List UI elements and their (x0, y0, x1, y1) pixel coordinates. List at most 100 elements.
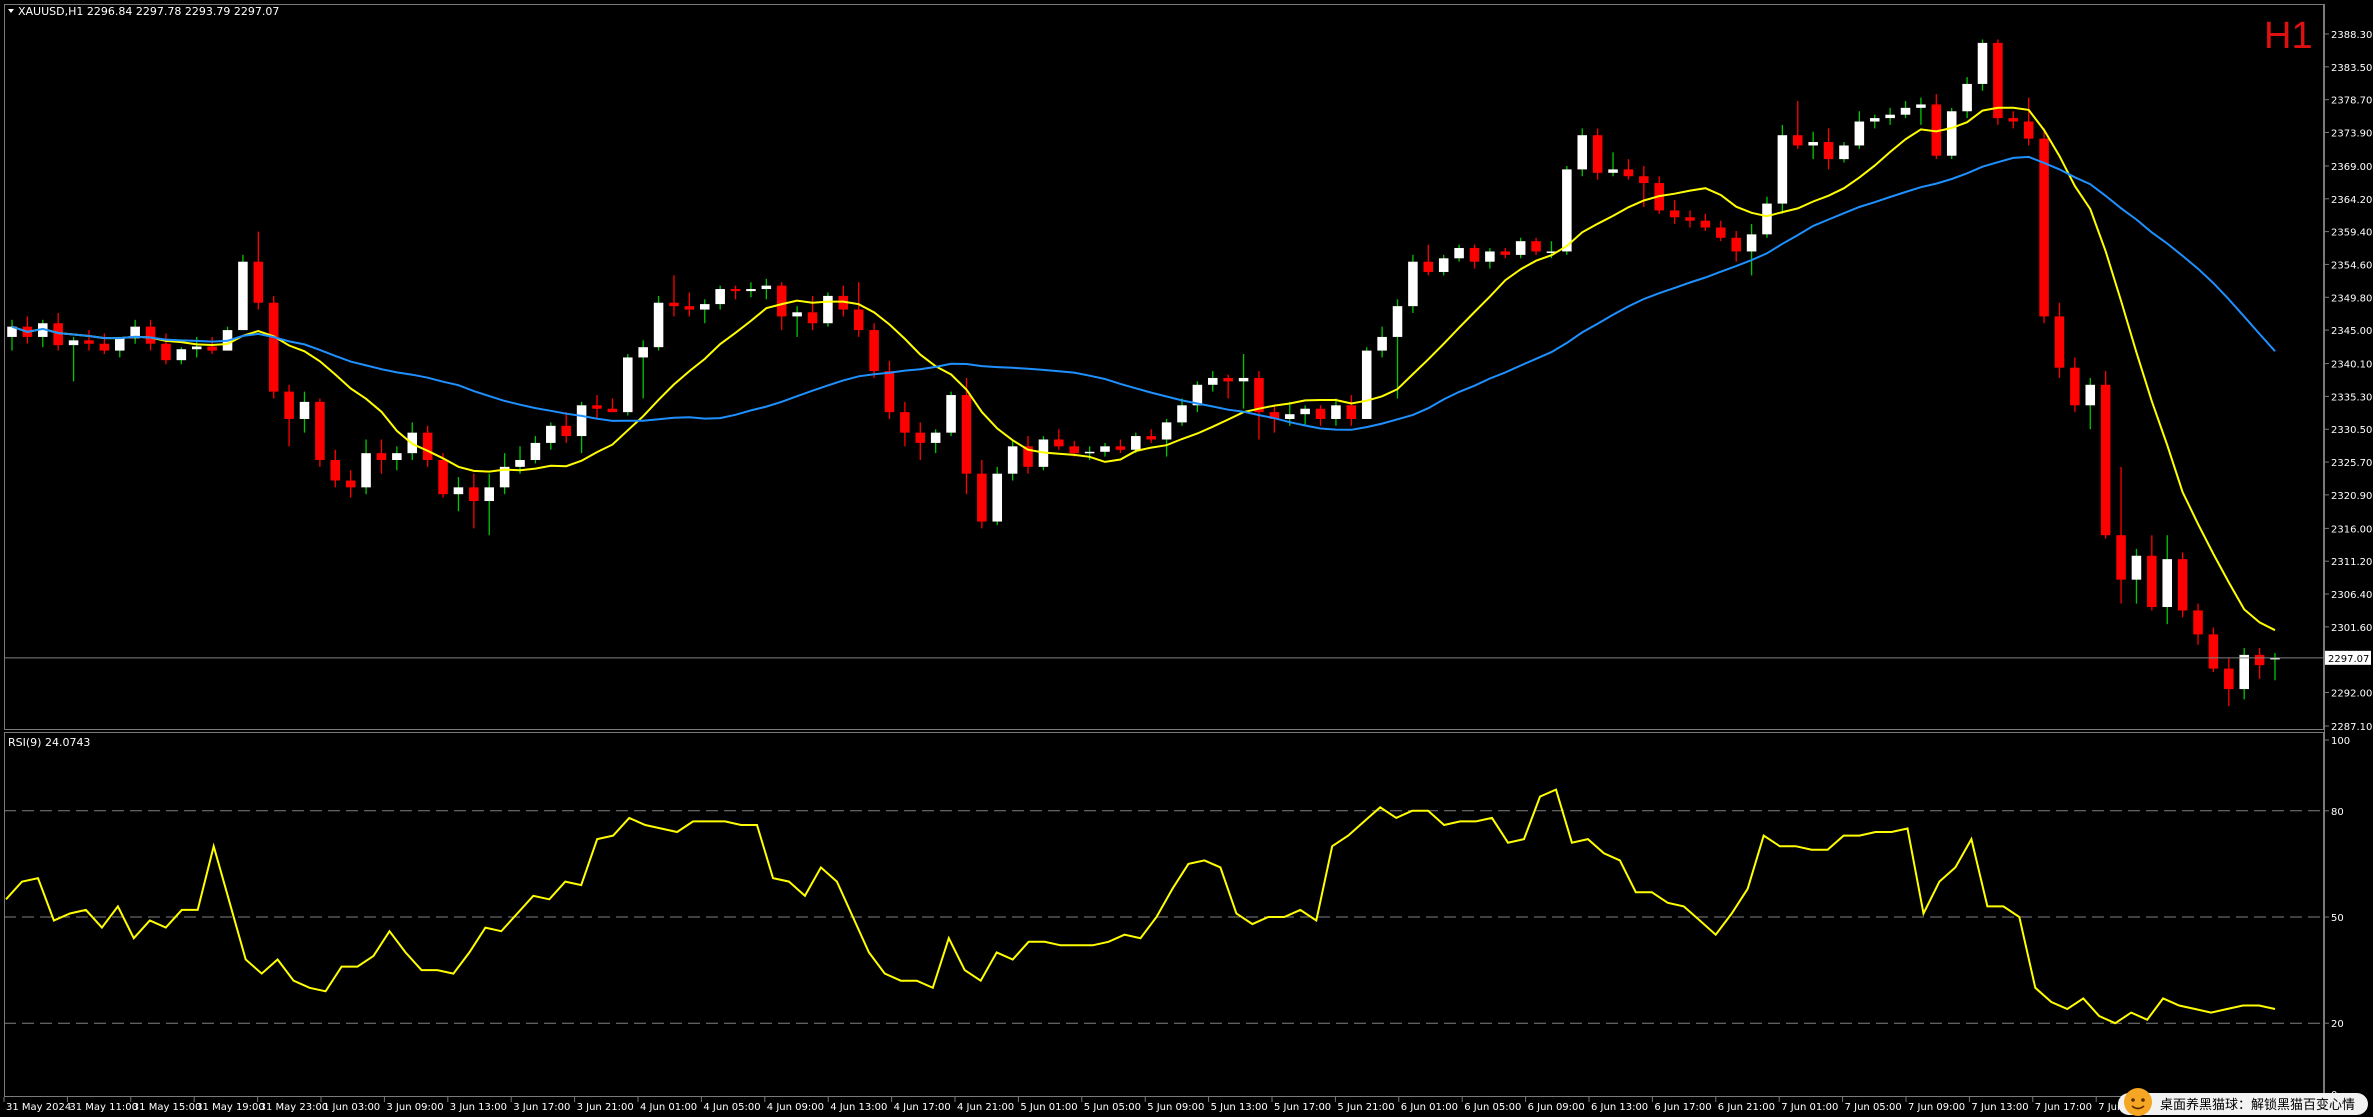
candle-bear (730, 289, 741, 292)
candle-bear (977, 473, 987, 522)
candle-bear (1054, 439, 1064, 447)
candle-bear (84, 340, 94, 344)
candle-bull (623, 357, 633, 413)
price-tick-label: 2388.30 (2331, 30, 2372, 41)
candle-bull (1854, 121, 1865, 146)
candle-bear (1423, 261, 1434, 272)
candle-bull (1284, 414, 1295, 419)
candle-bear (1315, 408, 1326, 419)
candle-bear (2054, 316, 2065, 368)
candle-bull (1454, 248, 1464, 259)
price-tick-label: 2335.30 (2331, 392, 2372, 403)
candle-bear (1146, 436, 1156, 440)
time-tick-label: 7 Jun 09:00 (1908, 1102, 1965, 1113)
candle-bull (1131, 436, 1141, 450)
time-tick-label: 4 Jun 05:00 (703, 1102, 760, 1113)
candle-bear (807, 312, 818, 324)
time-tick-label: 4 Jun 17:00 (894, 1102, 951, 1113)
time-tick-label: 31 May 2024 (6, 1102, 71, 1113)
candle-bear (2008, 118, 2019, 122)
rsi-tick-label: 80 (2331, 807, 2344, 818)
candle-bull (1408, 261, 1418, 307)
candle-bear (1685, 217, 1695, 221)
candle-bull (1762, 203, 1772, 235)
price-tick-label: 2306.40 (2331, 590, 2372, 601)
candle-bull (946, 395, 956, 433)
candle-bear (1069, 446, 1079, 454)
price-tick-label: 2373.90 (2331, 128, 2372, 139)
candle-bull (299, 401, 310, 419)
candle-bull (176, 349, 187, 361)
time-tick-label: 6 Jun 17:00 (1654, 1102, 1711, 1113)
candle-bear (1223, 377, 1233, 382)
candle-bear (900, 412, 910, 433)
time-tick-label: 7 Jun 05:00 (1845, 1102, 1902, 1113)
time-tick-label: 31 May 19:00 (196, 1102, 265, 1113)
candle-bull (1962, 83, 1972, 112)
candle-bear (1254, 377, 1264, 413)
symbol-header: XAUUSD,H1 2296.84 2297.78 2293.79 2297.0… (18, 5, 279, 18)
time-tick-label: 6 Jun 13:00 (1591, 1102, 1648, 1113)
price-tick-label: 2287.10 (2331, 722, 2372, 733)
candle-bear (268, 302, 279, 392)
time-tick-label: 5 Jun 01:00 (1020, 1102, 1077, 1113)
time-tick-label: 5 Jun 21:00 (1337, 1102, 1394, 1113)
candle-bear (1115, 446, 1126, 450)
candle-bear (145, 326, 156, 344)
rsi-tick-label: 50 (2331, 913, 2344, 924)
time-tick-label: 3 Jun 13:00 (450, 1102, 507, 1113)
timeframe-label: H1 (2264, 15, 2313, 57)
price-tick-label: 2354.60 (2331, 260, 2372, 271)
price-tick-label: 2311.20 (2331, 557, 2372, 568)
candle-bull (515, 460, 525, 467)
candle-bear (2070, 367, 2080, 406)
candle-bear (2023, 121, 2034, 139)
trading-chart[interactable]: 2388.30 2383.50 2378.70 2373.90 2369.00 2364.… (0, 0, 2373, 1117)
candle-bear (376, 453, 387, 461)
candle-bear (284, 391, 294, 419)
candle-bull (530, 442, 541, 461)
price-tick-label: 2340.10 (2331, 360, 2372, 371)
candle-bull (1100, 446, 1110, 452)
candle-bull (1438, 258, 1449, 272)
candle-bull (238, 261, 248, 331)
notification-badge-text: 桌面养黑猫球：解锁黑猫百变心情 (2160, 1097, 2355, 1113)
candle-bear (2254, 654, 2265, 666)
time-tick-label: 4 Jun 09:00 (767, 1102, 824, 1113)
candle-bear (561, 425, 571, 437)
time-tick-label: 6 Jun 09:00 (1528, 1102, 1585, 1113)
candle-bear (1716, 227, 1726, 238)
candle-bear (1792, 135, 1803, 146)
time-tick-label: 3 Jun 09:00 (386, 1102, 443, 1113)
candle-bull (484, 487, 495, 502)
time-tick-label: 3 Jun 21:00 (577, 1102, 634, 1113)
time-tick-label: 5 Jun 05:00 (1084, 1102, 1141, 1113)
candle-bear (2100, 384, 2111, 536)
candle-bull (1946, 111, 1957, 156)
candle-bear (2147, 555, 2157, 608)
candle-bear (345, 480, 356, 488)
candle-bull (1608, 169, 1618, 173)
candle-bull (1562, 169, 1572, 252)
candle-bear (592, 405, 602, 409)
candle-bear (853, 309, 864, 331)
candle-bear (961, 395, 972, 474)
time-tick-label: 5 Jun 17:00 (1274, 1102, 1331, 1113)
chart-background (0, 0, 2373, 1117)
candle-bear (330, 460, 341, 481)
time-tick-label: 31 May 15:00 (133, 1102, 202, 1113)
candle-bull (1392, 306, 1403, 337)
candle-bull (2085, 384, 2096, 406)
candle-bull (191, 346, 202, 350)
candle-bull (792, 312, 802, 317)
candle-bull (1161, 422, 1172, 440)
price-tick-label: 2345.00 (2331, 326, 2372, 337)
candle-bull (453, 487, 464, 495)
time-tick-label: 4 Jun 01:00 (640, 1102, 697, 1113)
time-tick-label: 5 Jun 13:00 (1211, 1102, 1268, 1113)
candle-bear (684, 306, 695, 310)
candle-bull (1777, 135, 1788, 204)
candle-bull (114, 338, 125, 351)
candle-bull (1577, 135, 1588, 170)
candle-bear (1731, 237, 1741, 252)
